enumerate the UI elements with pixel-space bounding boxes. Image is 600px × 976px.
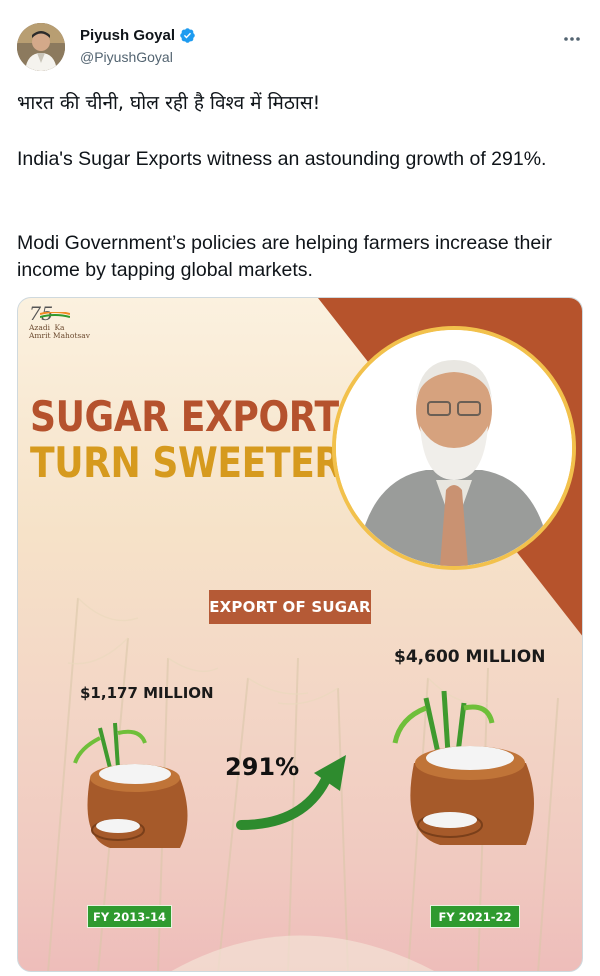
growth-arrow-icon [236,755,346,830]
tweet-text-policy: Modi Government’s policies are helping f… [17,232,553,281]
export-of-sugar-label: EXPORT OF SUGAR [209,590,371,624]
sugar-sack-left-icon [73,722,188,848]
verified-badge-icon [180,28,195,43]
tweet: Piyush Goyal @PiyushGoyal भारत की चीनी, … [0,0,600,976]
avatar[interactable] [17,23,65,71]
flag-swoosh-icon [40,312,70,318]
right-value: $4,600 MILLION [394,647,546,667]
azadi-ka-amrit-mahotsav-logo: 75 Azadi Ka Amrit Mahotsav [29,304,90,340]
author-handle[interactable]: @PiyushGoyal [80,49,173,65]
author-name[interactable]: Piyush Goyal [80,27,196,44]
logo-line3: Amrit Mahotsav [29,331,90,340]
sugar-sack-right-icon [392,690,534,845]
tweet-text-hindi: भारत की चीनी, घोल रही है विश्व में मिठास… [17,92,321,114]
portrait-image [332,326,576,570]
left-value: $1,177 MILLION [80,684,214,702]
headline: SUGAR EXPORTS TURN SWEETER [30,392,365,487]
author-name-text: Piyush Goyal [80,27,176,44]
year-label-left: FY 2013-14 [87,905,172,928]
tweet-image[interactable]: 75 Azadi Ka Amrit Mahotsav SUGAR EXPORTS… [17,297,583,972]
more-icon[interactable] [563,27,581,45]
year-label-right: FY 2021-22 [430,905,520,928]
tweet-text-growth: India's Sugar Exports witness an astound… [17,148,547,170]
headline-line2: TURN SWEETER [30,438,342,487]
headline-line1: SUGAR EXPORTS [30,392,365,441]
